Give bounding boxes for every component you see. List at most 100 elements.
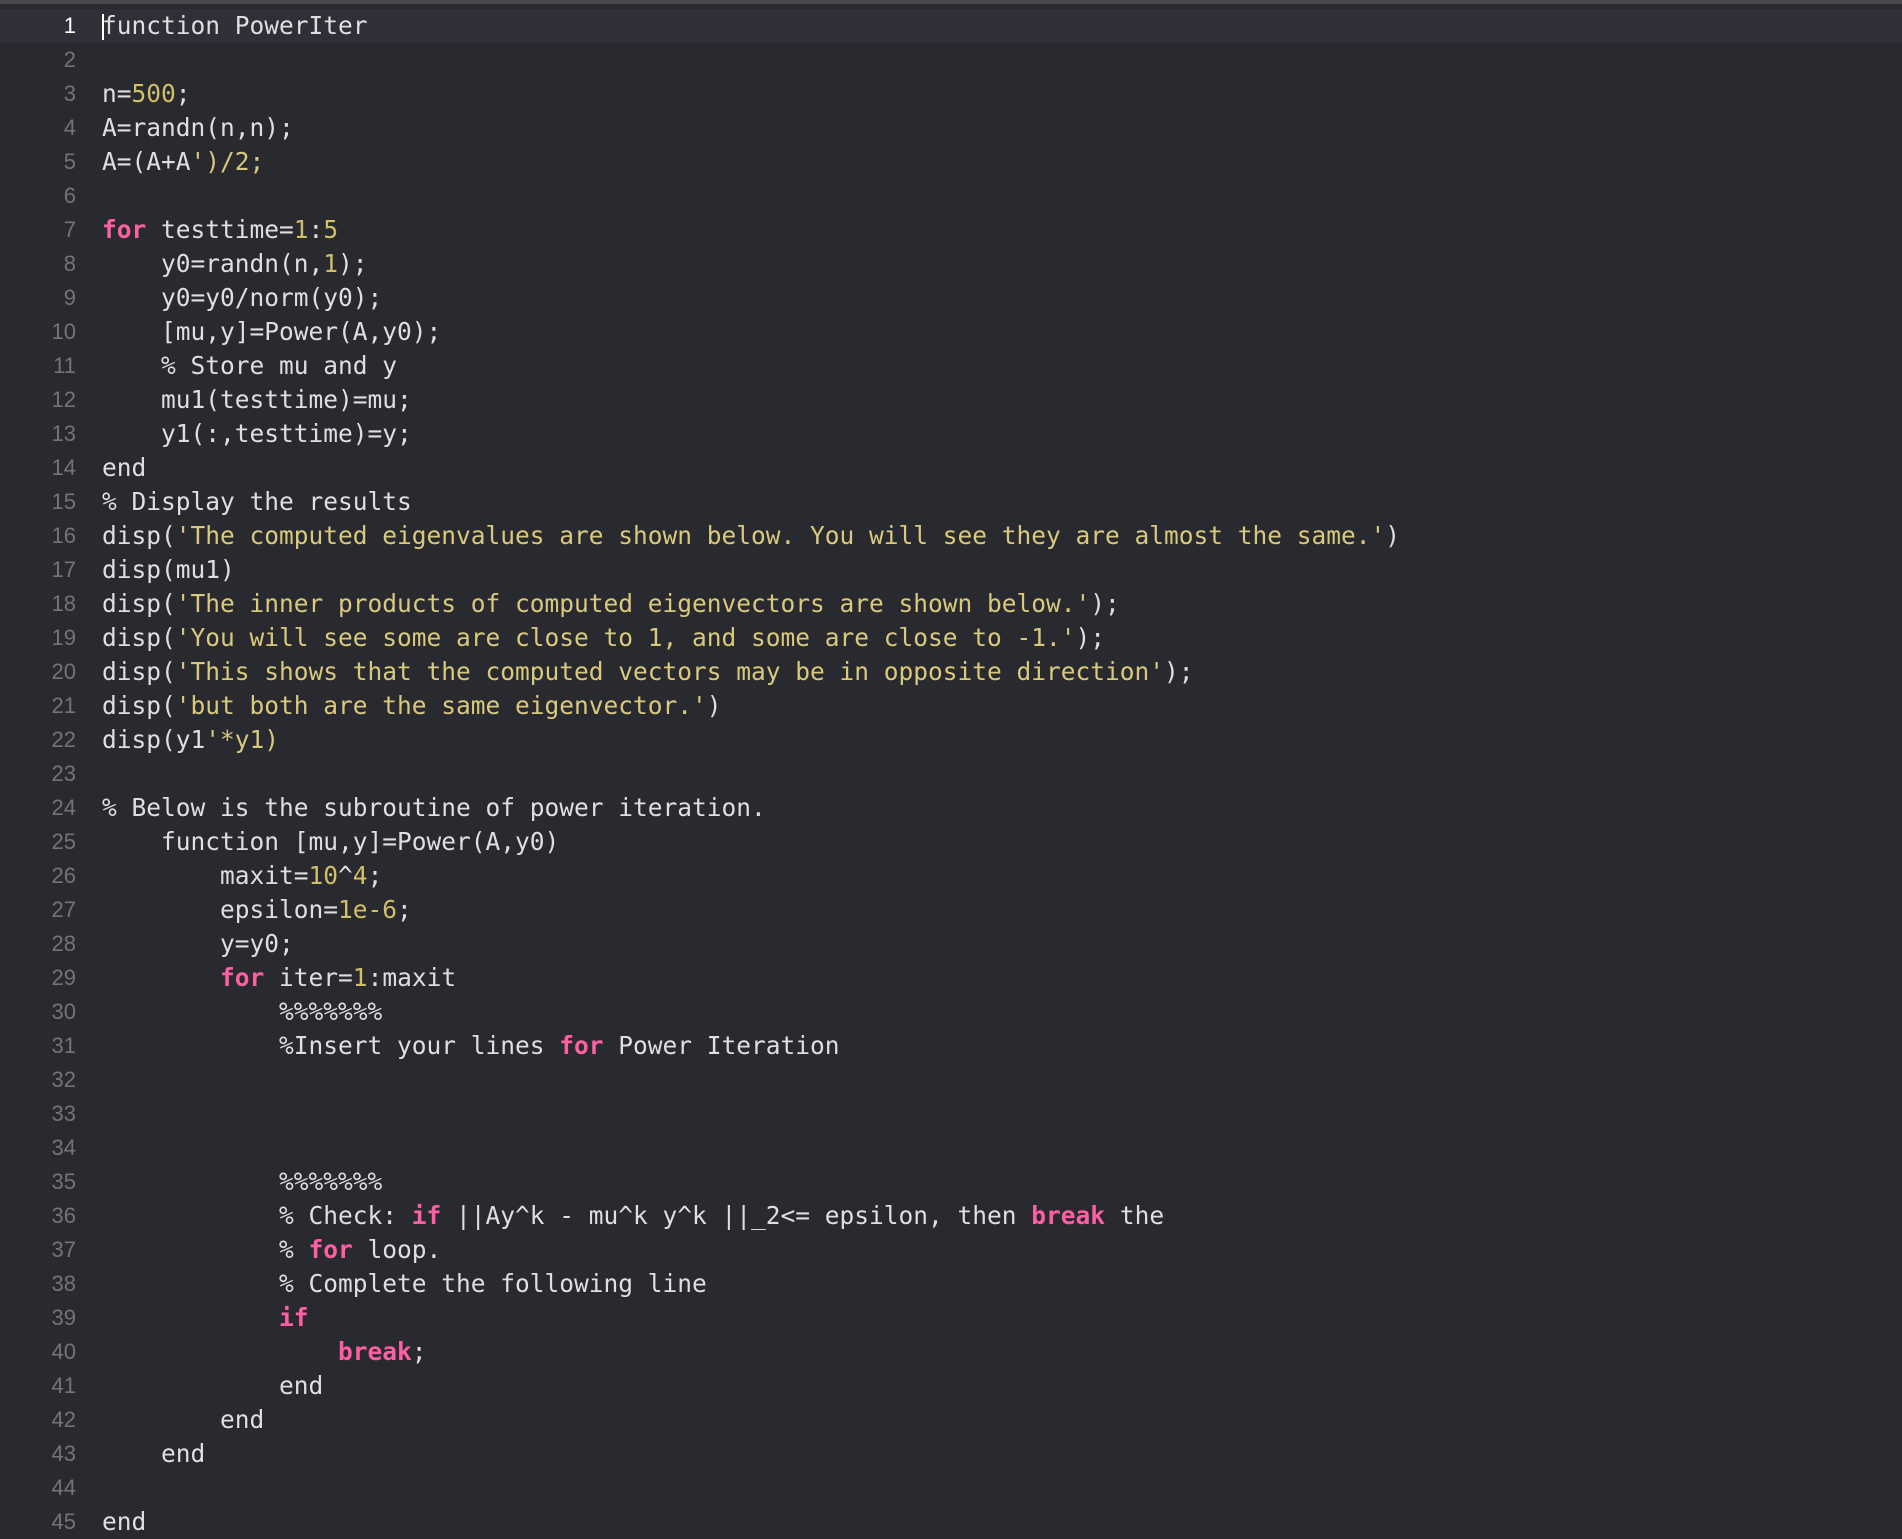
code-line[interactable]: 40 break; [0,1335,1902,1369]
code-token: ||Ay^k - mu^k y^k ||_2<= epsilon, then [441,1201,1032,1230]
code-line[interactable]: 9 y0=y0/norm(y0); [0,281,1902,315]
code-token: : [308,215,324,244]
code-area[interactable]: 1 function PowerIter 2 3 n=500; 4 A=randn(n,n)… [0,9,1902,1539]
code-text[interactable]: end [102,1369,1902,1403]
code-line[interactable]: 35 %%%%%%% [0,1165,1902,1199]
code-text[interactable]: disp('The inner products of computed eig… [102,587,1902,621]
code-text[interactable]: % Store mu and y [102,349,1902,383]
line-number: 6 [63,183,76,208]
code-line[interactable]: 11 % Store mu and y [0,349,1902,383]
code-text[interactable]: disp('The computed eigenvalues are shown… [102,519,1902,553]
code-line[interactable]: 7 for testtime=1:5 [0,213,1902,247]
code-line[interactable]: 5 A=(A+A')/2; [0,145,1902,179]
code-text[interactable]: end [102,1437,1902,1471]
code-text[interactable]: % Below is the subroutine of power itera… [102,791,1902,825]
code-text[interactable]: if [102,1301,1902,1335]
code-line[interactable]: 37 % for loop. [0,1233,1902,1267]
code-line[interactable]: 3 n=500; [0,77,1902,111]
code-text[interactable]: disp('This shows that the computed vecto… [102,655,1902,689]
code-line[interactable]: 18 disp('The inner products of computed e… [0,587,1902,621]
code-token: loop. [352,1235,442,1264]
code-line[interactable]: 39 if [0,1301,1902,1335]
code-text[interactable]: % Check: if ||Ay^k - mu^k y^k ||_2<= eps… [102,1199,1902,1233]
code-line[interactable]: 12 mu1(testtime)=mu; [0,383,1902,417]
code-text[interactable]: disp(mu1) [102,553,1902,587]
code-text[interactable]: end [102,1505,1902,1539]
code-line[interactable]: 19 disp('You will see some are close to 1… [0,621,1902,655]
code-text[interactable]: for iter=1:maxit [102,961,1902,995]
code-text[interactable]: function PowerIter [102,9,1902,43]
code-text[interactable]: disp('You will see some are close to 1, … [102,621,1902,655]
code-line[interactable]: 43 end [0,1437,1902,1471]
code-line[interactable]: 20 disp('This shows that the computed vec… [0,655,1902,689]
code-token: if [411,1201,442,1230]
code-line[interactable]: 44 [0,1471,1902,1505]
code-text[interactable]: y0=randn(n,1); [102,247,1902,281]
code-line[interactable]: 30 %%%%%%% [0,995,1902,1029]
code-text[interactable]: maxit=10^4; [102,859,1902,893]
code-line[interactable]: 23 [0,757,1902,791]
line-number: 34 [51,1135,76,1160]
code-text[interactable]: [mu,y]=Power(A,y0); [102,315,1902,349]
code-text[interactable]: function [mu,y]=Power(A,y0) [102,825,1902,859]
code-line[interactable]: 6 [0,179,1902,213]
code-text[interactable]: y0=y0/norm(y0); [102,281,1902,315]
code-text[interactable]: %%%%%%% [102,995,1902,1029]
code-line[interactable]: 34 [0,1131,1902,1165]
code-text[interactable]: y=y0; [102,927,1902,961]
code-text[interactable]: end [102,1403,1902,1437]
code-line[interactable]: 42 end [0,1403,1902,1437]
code-text[interactable]: % Complete the following line [102,1267,1902,1301]
code-line[interactable]: 31 %Insert your lines for Power Iteratio… [0,1029,1902,1063]
code-editor[interactable]: 1 function PowerIter 2 3 n=500; 4 A=randn(n,n)… [0,0,1902,1536]
code-line[interactable]: 25 function [mu,y]=Power(A,y0) [0,825,1902,859]
code-token: y=y0; [102,929,294,958]
code-line[interactable]: 2 [0,43,1902,77]
code-line[interactable]: 24 % Below is the subroutine of power ite… [0,791,1902,825]
code-line[interactable]: 26 maxit=10^4; [0,859,1902,893]
code-line[interactable]: 8 y0=randn(n,1); [0,247,1902,281]
code-line[interactable]: 15 % Display the results [0,485,1902,519]
code-line[interactable]: 27 epsilon=1e-6; [0,893,1902,927]
code-line[interactable]: 16 disp('The computed eigenvalues are sho… [0,519,1902,553]
code-line[interactable]: 17 disp(mu1) [0,553,1902,587]
code-text[interactable]: %Insert your lines for Power Iteration [102,1029,1902,1063]
code-line[interactable]: 22 disp(y1'*y1) [0,723,1902,757]
code-text[interactable]: mu1(testtime)=mu; [102,383,1902,417]
code-text[interactable]: epsilon=1e-6; [102,893,1902,927]
code-line[interactable]: 4 A=randn(n,n); [0,111,1902,145]
code-line[interactable]: 1 function PowerIter [0,9,1902,43]
line-number: 31 [51,1033,76,1058]
code-text[interactable]: n=500; [102,77,1902,111]
code-line[interactable]: 28 y=y0; [0,927,1902,961]
code-line[interactable]: 32 [0,1063,1902,1097]
code-token: ); [1090,589,1120,618]
code-line[interactable]: 14 end [0,451,1902,485]
code-token: % Complete the following line [102,1269,707,1298]
code-token: if [279,1303,309,1332]
code-line[interactable]: 36 % Check: if ||Ay^k - mu^k y^k ||_2<= … [0,1199,1902,1233]
code-text[interactable]: %%%%%%% [102,1165,1902,1199]
code-text[interactable]: end [102,451,1902,485]
code-text[interactable]: break; [102,1335,1902,1369]
code-line[interactable]: 45 end [0,1505,1902,1539]
code-text[interactable]: disp('but both are the same eigenvector.… [102,689,1902,723]
code-line[interactable]: 38 % Complete the following line [0,1267,1902,1301]
code-line[interactable]: 21 disp('but both are the same eigenvecto… [0,689,1902,723]
code-text[interactable]: disp(y1'*y1) [102,723,1902,757]
code-text[interactable]: % Display the results [102,485,1902,519]
code-line[interactable]: 33 [0,1097,1902,1131]
code-line[interactable]: 29 for iter=1:maxit [0,961,1902,995]
code-text[interactable]: A=randn(n,n); [102,111,1902,145]
code-text[interactable]: A=(A+A')/2; [102,145,1902,179]
code-token: ; [411,1337,427,1366]
code-line[interactable]: 13 y1(:,testtime)=y; [0,417,1902,451]
code-token: % Below is the subroutine of power itera… [102,793,766,822]
code-line[interactable]: 41 end [0,1369,1902,1403]
code-text[interactable]: y1(:,testtime)=y; [102,417,1902,451]
code-token: end [102,1439,206,1468]
code-text[interactable]: % for loop. [102,1233,1902,1267]
line-number: 25 [51,829,76,854]
code-text[interactable]: for testtime=1:5 [102,213,1902,247]
code-line[interactable]: 10 [mu,y]=Power(A,y0); [0,315,1902,349]
